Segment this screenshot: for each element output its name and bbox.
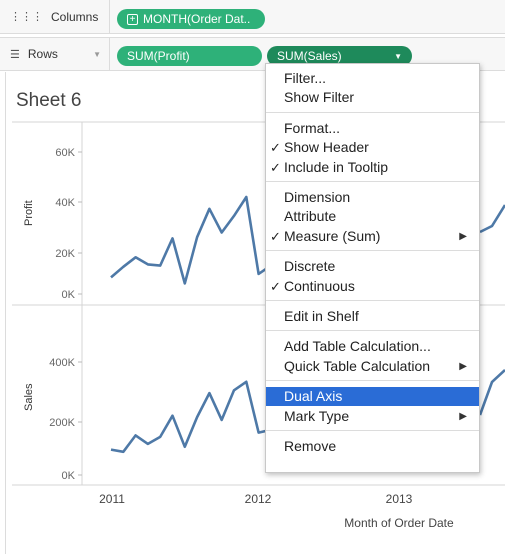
menu-item-remove[interactable]: Remove <box>266 437 479 456</box>
checkmark-icon: ✓ <box>270 159 281 175</box>
sales-series-line <box>110 380 272 454</box>
menu-item-label: Dimension <box>284 189 351 205</box>
y-tick-label: 40K <box>55 197 75 209</box>
menu-item-label: Filter... <box>284 70 327 86</box>
checkmark-icon: ✓ <box>270 278 281 294</box>
pill-context-menu[interactable]: Filter... Show Filter Format... ✓ Show Heade… <box>265 63 480 473</box>
submenu-arrow-icon: ▶ <box>459 360 467 372</box>
y-tick-label: 200K <box>49 417 75 429</box>
menu-item-label: Show Filter <box>284 89 355 106</box>
menu-item-discrete[interactable]: Discrete <box>266 257 479 276</box>
menu-item-label: Remove <box>284 438 337 454</box>
menu-item-edit-in-shelf[interactable]: Edit in Shelf <box>266 307 479 326</box>
menu-item-label: Discrete <box>284 258 336 275</box>
menu-item-mark-type[interactable]: Mark Type ▶ <box>266 407 479 426</box>
menu-item-label: Add Table Calculation... <box>284 338 431 355</box>
checkmark-icon: ✓ <box>270 140 281 156</box>
menu-item-label: Mark Type <box>284 407 350 424</box>
menu-separator <box>266 430 479 431</box>
menu-item-dimension[interactable]: Dimension <box>266 188 479 207</box>
x-tick-label: 2011 <box>99 492 125 506</box>
y-tick-label: 0K <box>62 470 76 482</box>
menu-item-label: Edit in Shelf <box>284 308 359 324</box>
menu-item-dual-axis[interactable]: Dual Axis <box>266 387 479 407</box>
menu-item-label: Measure (Sum) <box>284 227 381 244</box>
x-tick-label: 2013 <box>386 492 413 506</box>
menu-item-label: Quick Table Calculation <box>284 357 431 374</box>
profit-series-line-right <box>479 204 505 234</box>
profit-series-line <box>110 195 272 285</box>
x-axis-title: Month of Order Date <box>344 516 454 530</box>
menu-item-label: Format... <box>284 119 341 136</box>
menu-item-label: Show Header <box>284 139 369 156</box>
menu-separator <box>266 111 479 113</box>
menu-item-label: Dual Axis <box>284 388 343 405</box>
menu-item-label: Continuous <box>284 277 355 294</box>
menu-item-include-in-tooltip[interactable]: ✓ Include in Tooltip <box>266 158 479 177</box>
menu-item-add-table-calculation[interactable]: Add Table Calculation... <box>266 337 479 356</box>
menu-separator <box>266 380 479 382</box>
menu-item-filter[interactable]: Filter... <box>266 69 479 88</box>
menu-item-format[interactable]: Format... <box>266 119 479 138</box>
submenu-arrow-icon: ▶ <box>459 410 467 422</box>
y-tick-label: 20K <box>55 248 75 260</box>
menu-item-continuous[interactable]: ✓ Continuous <box>266 277 479 296</box>
menu-separator <box>266 250 479 252</box>
menu-item-quick-table-calculation[interactable]: Quick Table Calculation ▶ <box>266 357 479 376</box>
menu-item-measure-sum[interactable]: ✓ Measure (Sum) ▶ <box>266 227 479 246</box>
menu-separator <box>266 330 479 332</box>
menu-separator <box>266 300 479 301</box>
y-tick-label: 400K <box>49 357 75 369</box>
menu-item-show-header[interactable]: ✓ Show Header <box>266 138 479 157</box>
checkmark-icon: ✓ <box>270 228 281 244</box>
menu-item-show-filter[interactable]: Show Filter <box>266 88 479 107</box>
menu-separator <box>266 181 479 182</box>
menu-item-label: Attribute <box>284 208 337 225</box>
menu-item-attribute[interactable]: Attribute <box>266 207 479 226</box>
menu-item-label: Include in Tooltip <box>284 158 389 175</box>
x-tick-label: 2012 <box>245 492 272 506</box>
submenu-arrow-icon: ▶ <box>459 230 467 242</box>
sales-series-line-right <box>478 369 505 416</box>
y-tick-label: 0K <box>62 289 76 301</box>
y-tick-label: 60K <box>55 147 75 159</box>
